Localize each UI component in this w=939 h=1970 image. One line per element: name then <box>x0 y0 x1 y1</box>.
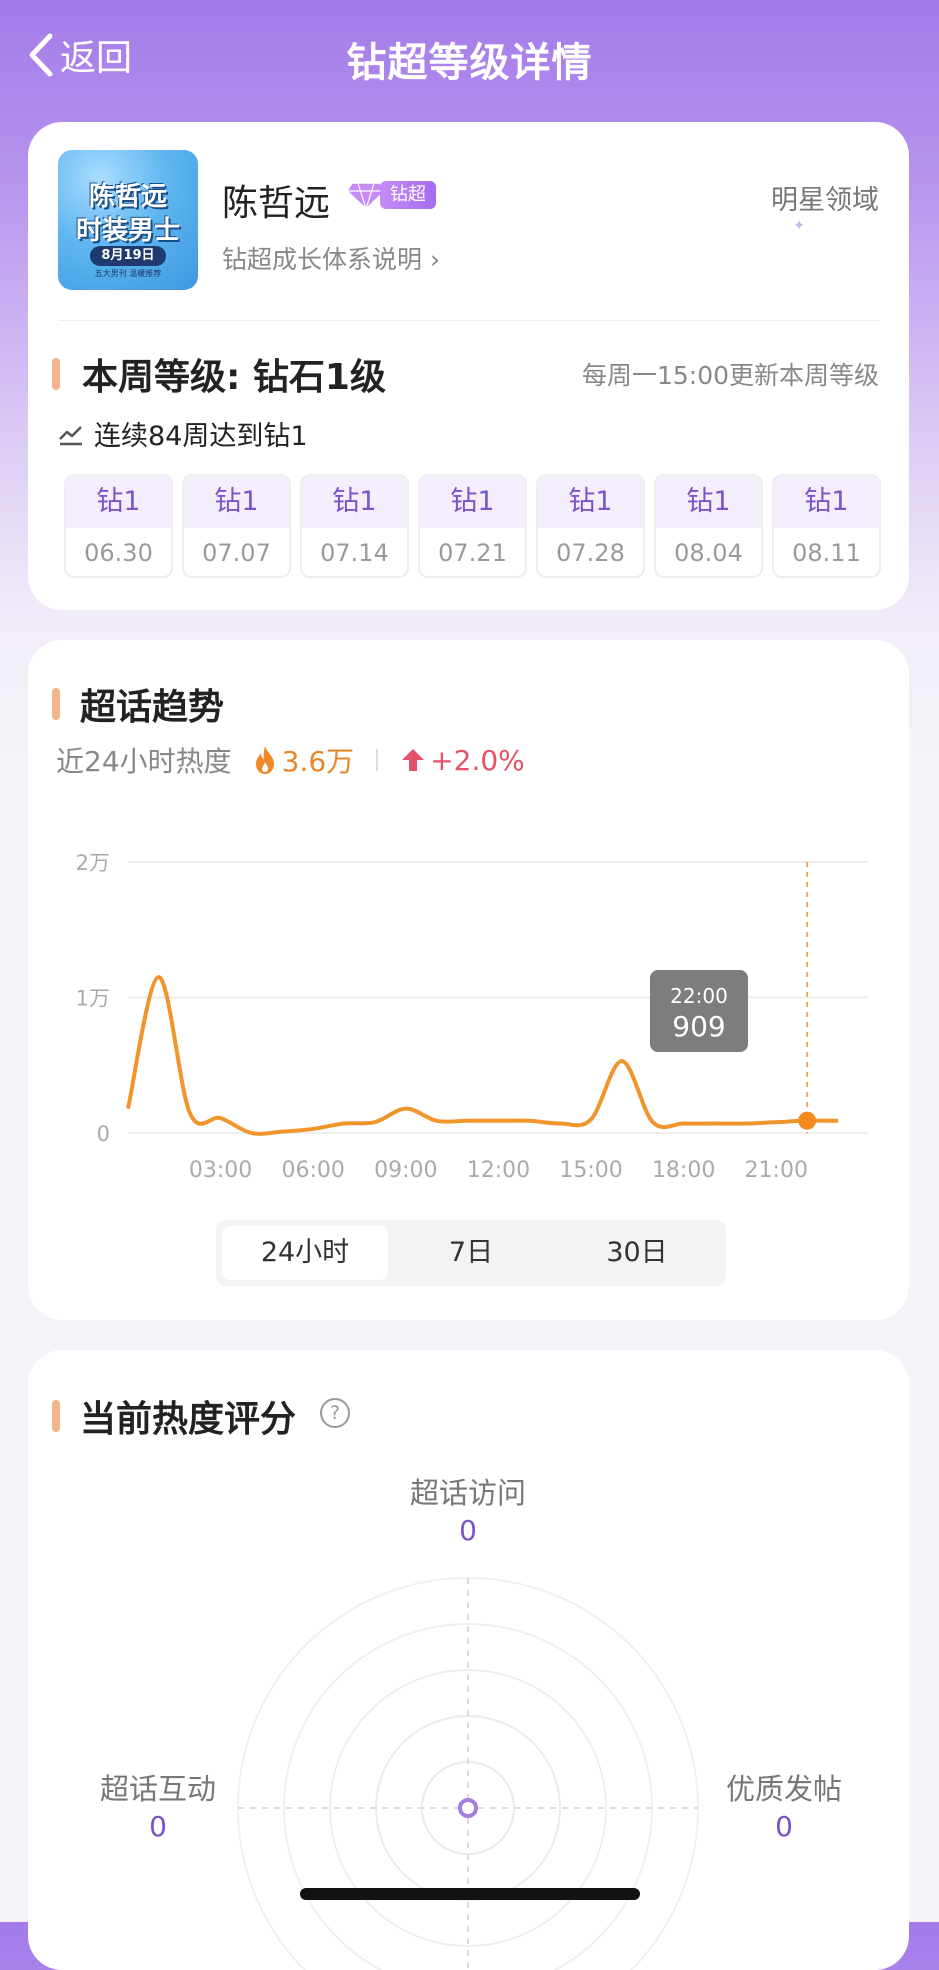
axis-label-posts: 优质发帖 <box>694 1766 874 1808</box>
diamond-badge: 钻超 <box>346 179 436 211</box>
top-bar: 返回 钻超等级详情 <box>0 0 939 110</box>
heat-row: 近24小时热度 3.6万 +2.0% <box>56 740 525 780</box>
range-option-7d[interactable]: 7日 <box>388 1226 554 1280</box>
chevron-right-icon: › <box>430 245 440 274</box>
chart-tooltip: 22:00 909 <box>650 970 748 1052</box>
week-item: 钻107.21 <box>418 474 527 578</box>
separator <box>376 749 378 771</box>
week-date: 08.11 <box>774 528 879 578</box>
x-tick-label: 15:00 <box>559 1158 622 1180</box>
x-tick-label: 09:00 <box>374 1158 437 1180</box>
week-level: 钻1 <box>538 476 643 528</box>
domain-label: 明星领域 <box>771 178 879 217</box>
avatar-text-line1: 陈哲远 <box>58 176 198 213</box>
section-marker <box>52 358 60 390</box>
axis-value-posts: 0 <box>694 1810 874 1843</box>
badge-label: 钻超 <box>380 181 436 209</box>
week-date: 06.30 <box>66 528 171 578</box>
trend-title: 超话趋势 <box>80 678 224 730</box>
week-level: 钻1 <box>420 476 525 528</box>
home-indicator <box>300 1888 640 1900</box>
x-tick-label: 06:00 <box>282 1158 345 1180</box>
week-date: 07.28 <box>538 528 643 578</box>
axis-label-interaction: 超话互动 <box>68 1766 248 1808</box>
week-date: 07.14 <box>302 528 407 578</box>
streak-text: 连续84周达到钻1 <box>94 414 308 453</box>
week-item: 钻107.14 <box>300 474 409 578</box>
trend-card: 超话趋势 近24小时热度 3.6万 +2.0% 01万2万03:0006:000… <box>28 640 909 1320</box>
supertopic-name: 陈哲远 <box>222 174 330 226</box>
heat-value: 3.6万 <box>282 740 355 780</box>
week-date: 07.21 <box>420 528 525 578</box>
week-item: 钻108.11 <box>772 474 881 578</box>
range-selector: 24小时 7日 30日 <box>216 1220 726 1286</box>
tooltip-time: 22:00 <box>650 984 748 1008</box>
radar-chart <box>28 1350 909 1970</box>
axis-value-interaction: 0 <box>68 1810 248 1843</box>
growth-link-label: 钻超成长体系说明 <box>222 245 422 274</box>
trend-up-icon <box>58 421 84 447</box>
week-level: 钻1 <box>184 476 289 528</box>
week-level: 钻1 <box>774 476 879 528</box>
supertopic-avatar[interactable]: 陈哲远 时装男士 8月19日 五大男刊 温暖推荐 <box>58 150 198 290</box>
trend-line-chart[interactable]: 0 1万 2万 03:00 06:00 09:00 12:00 15:00 18:00 21:00 <box>28 820 909 1180</box>
range-option-24h[interactable]: 24小时 <box>222 1226 388 1280</box>
week-date: 07.07 <box>184 528 289 578</box>
week-item: 钻107.07 <box>182 474 291 578</box>
y-tick-label: 2万 <box>76 851 110 875</box>
range-option-30d[interactable]: 30日 <box>554 1226 720 1280</box>
page-title: 钻超等级详情 <box>0 30 939 88</box>
streak-row: 连续84周达到钻1 <box>58 414 308 453</box>
avatar-text-line2: 时装男士 <box>58 210 198 247</box>
week-item: 钻108.04 <box>654 474 763 578</box>
x-tick-label: 21:00 <box>745 1158 808 1180</box>
heat-change: +2.0% <box>430 744 525 777</box>
axis-label-visits: 超话访问 <box>368 1470 568 1512</box>
weekly-level-title: 本周等级: 钻石1级 <box>82 348 386 400</box>
divider <box>58 320 879 321</box>
heat-label: 近24小时热度 <box>56 740 232 780</box>
growth-system-link[interactable]: 钻超成长体系说明 › <box>222 240 440 276</box>
weekly-levels: 钻106.30 钻107.07 钻107.14 钻107.21 钻107.28 … <box>64 474 881 578</box>
week-item: 钻107.28 <box>536 474 645 578</box>
section-marker <box>52 688 60 720</box>
avatar-text-line3: 8月19日 <box>90 246 166 266</box>
arrow-up-icon <box>400 747 426 773</box>
tooltip-value: 909 <box>650 1010 748 1043</box>
score-card: 当前热度评分 ? 超话访问 0 超话互动 0 优质发帖 0 <box>28 1350 909 1970</box>
level-card: 陈哲远 时装男士 8月19日 五大男刊 温暖推荐 陈哲远 钻超 钻超成长体系说明… <box>28 122 909 610</box>
week-item: 钻106.30 <box>64 474 173 578</box>
x-tick-label: 12:00 <box>467 1158 530 1180</box>
sparkle-icon: ✦ <box>793 218 805 234</box>
highlight-point <box>798 1112 816 1130</box>
week-level: 钻1 <box>66 476 171 528</box>
avatar-text-line4: 五大男刊 温暖推荐 <box>58 268 198 279</box>
x-tick-label: 03:00 <box>189 1158 252 1180</box>
week-level: 钻1 <box>656 476 761 528</box>
week-date: 08.04 <box>656 528 761 578</box>
y-tick-label: 0 <box>97 1122 110 1146</box>
y-tick-label: 1万 <box>76 987 110 1011</box>
week-level: 钻1 <box>302 476 407 528</box>
axis-value-visits: 0 <box>368 1514 568 1547</box>
flame-icon <box>252 745 278 775</box>
update-note: 每周一15:00更新本周等级 <box>582 356 879 392</box>
x-tick-label: 18:00 <box>652 1158 715 1180</box>
